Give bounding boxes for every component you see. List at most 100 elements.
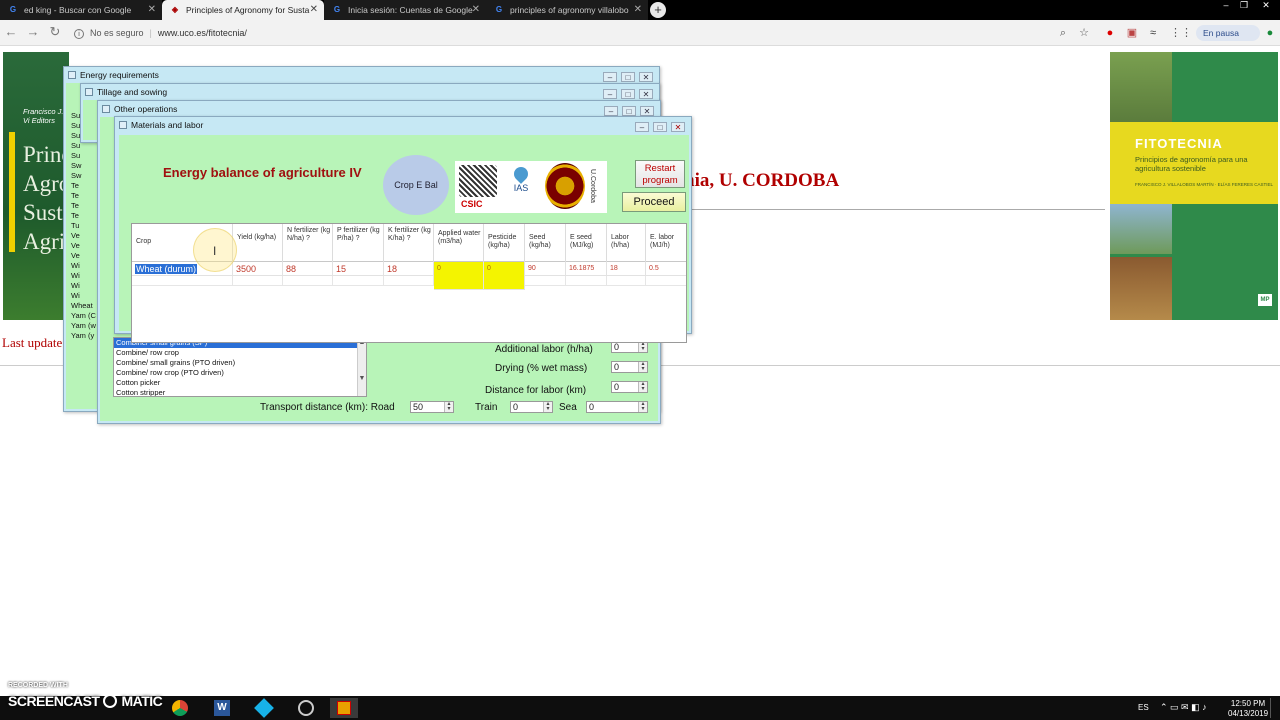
window-titlebar[interactable]: Other operations – □ ✕: [98, 101, 660, 117]
close-tab-icon[interactable]: ✕: [634, 0, 642, 20]
browser-tab-principles[interactable]: ◈ Principles of Agronomy for Susta ✕: [162, 0, 324, 20]
profile-pause-button[interactable]: En pausa: [1196, 25, 1260, 41]
close-tab-icon[interactable]: ✕: [310, 0, 318, 20]
empty-cell[interactable]: [646, 276, 686, 286]
info-icon[interactable]: i: [74, 29, 84, 39]
spin-arrows-icon[interactable]: ▴ ▾: [444, 401, 453, 412]
opera-extension-icon[interactable]: ●: [1104, 27, 1116, 39]
list-item[interactable]: Tu: [71, 221, 96, 231]
train-distance-stepper[interactable]: 0 ▴ ▾: [510, 401, 553, 413]
minimize-icon[interactable]: –: [604, 106, 618, 116]
minimize-icon[interactable]: –: [603, 72, 617, 82]
pdf-extension-icon[interactable]: ▣: [1126, 27, 1138, 39]
spin-arrows-icon[interactable]: ▴ ▾: [638, 341, 647, 352]
taskbar-clock[interactable]: 12:50 PM 04/13/2019: [1228, 699, 1268, 719]
list-item[interactable]: Te: [71, 191, 96, 201]
column-header[interactable]: Applied water (m3/ha): [434, 224, 484, 262]
drying-stepper[interactable]: 0 ▴ ▾: [611, 361, 648, 373]
e-labor-cell[interactable]: 0.5: [646, 262, 686, 276]
list-item[interactable]: Ve: [71, 251, 96, 261]
address-bar[interactable]: i No es seguro | www.uco.es/fitotecnia/: [68, 24, 1098, 42]
p-fertilizer-cell[interactable]: 15: [333, 262, 384, 276]
list-item[interactable]: Wi: [71, 291, 96, 301]
list-item[interactable]: Te: [71, 201, 96, 211]
window-titlebar[interactable]: Energy requirements – □ ✕: [64, 67, 659, 83]
list-item[interactable]: Wheat: [71, 301, 96, 311]
empty-cell[interactable]: [233, 276, 283, 286]
list-item[interactable]: Yam (C: [71, 311, 96, 321]
spin-arrows-icon[interactable]: ▴ ▾: [543, 401, 552, 412]
app-taskbar-icon[interactable]: [292, 698, 320, 718]
crop-list[interactable]: Su Su Su Su Su Sw Sw Te Te Te Te Tu Ve V…: [71, 111, 96, 341]
n-fertilizer-cell[interactable]: 88: [283, 262, 333, 276]
sync-icon[interactable]: ●: [1264, 27, 1276, 39]
sea-distance-stepper[interactable]: 0 ▴ ▾: [586, 401, 648, 413]
minimize-icon[interactable]: –: [603, 89, 617, 99]
book-cover-principles[interactable]: Francisco J. Vi Editors Princ Agro Sust …: [3, 52, 75, 320]
maximize-icon[interactable]: □: [621, 72, 635, 82]
column-header[interactable]: E seed (MJ/kg): [566, 224, 607, 262]
applied-water-cell[interactable]: 0: [434, 262, 484, 290]
seed-cell[interactable]: 90: [525, 262, 566, 276]
word-taskbar-icon[interactable]: W: [208, 698, 236, 718]
extension-icon[interactable]: ≈: [1147, 27, 1159, 39]
column-header[interactable]: N fertilizer (kg N/ha) ?: [283, 224, 333, 262]
back-icon[interactable]: ←: [3, 24, 19, 40]
maximize-icon[interactable]: □: [653, 122, 667, 132]
close-icon[interactable]: ✕: [639, 89, 653, 99]
spin-arrows-icon[interactable]: ▴ ▾: [638, 361, 647, 372]
reload-icon[interactable]: ↻: [47, 24, 63, 40]
proceed-button[interactable]: Proceed: [622, 192, 686, 212]
empty-cell[interactable]: [333, 276, 384, 286]
list-item[interactable]: Te: [71, 181, 96, 191]
list-item[interactable]: Ve: [71, 231, 96, 241]
close-icon[interactable]: ✕: [639, 72, 653, 82]
browser-tab-google-search[interactable]: G ed king - Buscar con Google ✕: [0, 0, 162, 20]
close-icon[interactable]: ✕: [1258, 0, 1274, 12]
column-header[interactable]: Labor (h/ha): [607, 224, 646, 262]
e-seed-cell[interactable]: 16.1875: [566, 262, 607, 276]
book-cover-fitotecnia[interactable]: FITOTECNIA Principios de agronomía para …: [1110, 52, 1278, 320]
list-item[interactable]: Sw: [71, 161, 96, 171]
empty-cell[interactable]: [132, 276, 233, 286]
listbox-scrollbar[interactable]: ▲▼: [357, 338, 366, 396]
road-distance-stepper[interactable]: 50 ▴ ▾: [410, 401, 454, 413]
list-item[interactable]: Su: [71, 151, 96, 161]
column-header[interactable]: Yield (kg/ha): [233, 224, 283, 262]
forward-icon[interactable]: →: [25, 24, 41, 40]
column-header[interactable]: Seed (kg/ha): [525, 224, 566, 262]
list-item[interactable]: Wi: [71, 261, 96, 271]
column-header[interactable]: Pesticide (kg/ha): [484, 224, 525, 262]
empty-cell[interactable]: [607, 276, 646, 286]
minimize-icon[interactable]: –: [1218, 0, 1234, 12]
list-item[interactable]: Cotton picker: [114, 378, 366, 388]
list-item[interactable]: Wi: [71, 281, 96, 291]
new-tab-button[interactable]: +: [650, 2, 666, 18]
machine-listbox[interactable]: Combine/ small grains (SP) Combine/ row …: [113, 337, 367, 397]
restart-program-button[interactable]: Restart program: [635, 160, 685, 188]
window-titlebar[interactable]: Materials and labor – □ ✕: [115, 117, 691, 133]
browser-tab-google-login[interactable]: G Inicia sesión: Cuentas de Google ✕: [324, 0, 486, 20]
show-desktop-button[interactable]: [1270, 698, 1278, 718]
pesticide-cell[interactable]: 0: [484, 262, 525, 290]
empty-cell[interactable]: [566, 276, 607, 286]
column-header[interactable]: K fertilizer (kg K/ha) ?: [384, 224, 434, 262]
k-fertilizer-cell[interactable]: 18: [384, 262, 434, 276]
tray-icons[interactable]: ⌃ ▭ ✉ ◧ ♪: [1160, 702, 1207, 713]
distance-labor-stepper[interactable]: 0 ▴ ▾: [611, 381, 648, 393]
labor-cell[interactable]: 18: [607, 262, 646, 276]
list-item[interactable]: Wi: [71, 271, 96, 281]
list-item[interactable]: Yam (y: [71, 331, 96, 341]
close-icon[interactable]: ✕: [640, 106, 654, 116]
list-item[interactable]: Te: [71, 211, 96, 221]
zoom-icon[interactable]: ⌕: [1057, 27, 1069, 39]
list-item[interactable]: Yam (w: [71, 321, 96, 331]
list-item[interactable]: Combine/ row crop: [114, 348, 366, 358]
materials-labor-window[interactable]: Materials and labor – □ ✕ Energy balance o…: [114, 116, 692, 343]
column-header[interactable]: P fertilizer (kg P/ha) ?: [333, 224, 384, 262]
window-titlebar[interactable]: Tillage and sowing – □ ✕: [81, 84, 659, 100]
kodi-taskbar-icon[interactable]: [250, 698, 278, 718]
restore-icon[interactable]: ❐: [1236, 0, 1252, 12]
spin-arrows-icon[interactable]: ▴ ▾: [638, 401, 647, 412]
chrome-taskbar-icon[interactable]: [166, 698, 194, 718]
